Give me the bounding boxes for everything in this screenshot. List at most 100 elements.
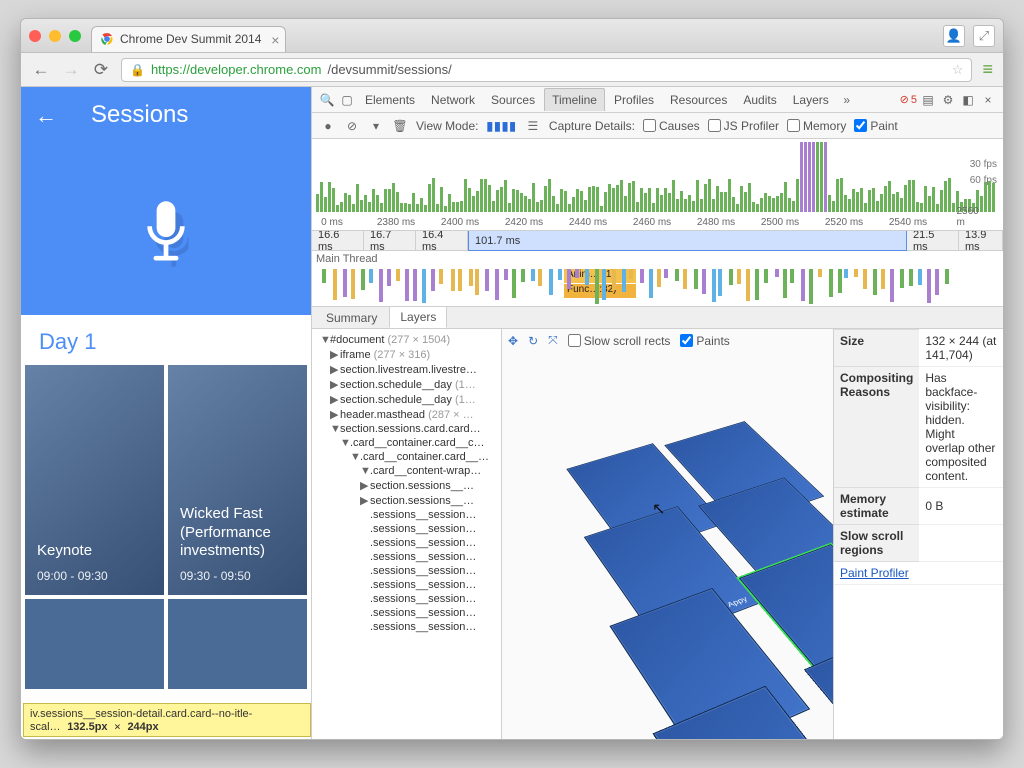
profile-button-icon[interactable]: 👤 [943,25,965,47]
layer-tree-row[interactable]: ▼#document (277 × 1504) [312,333,501,347]
session-title: Wicked Fast (Performance investments) [180,505,295,561]
panel-tab-layers[interactable]: Layers [786,89,836,111]
layer-tree-row[interactable]: ▼.card__container.card__c… [312,436,501,450]
detail-slow-label: Slow scroll regions [834,524,919,561]
layer-tree-row[interactable]: .sessions__session… [312,564,501,578]
frame-segment: 13.9 ms [959,231,1003,250]
subtab-summary[interactable]: Summary [316,308,387,328]
overview-tick: 2420 ms [505,217,543,228]
minimize-window-icon[interactable] [49,30,61,42]
rotate-icon[interactable]: ↻ [528,334,538,348]
inspect-icon[interactable]: 🔍 [318,93,336,107]
layer-3d-view[interactable]: ✥ ↻ ⤧ Slow scroll rects Paints KeynoteWi… [502,329,833,739]
overview-bars: 0 ms2380 ms2400 ms2420 ms2440 ms2460 ms2… [312,139,1003,230]
page-back-icon[interactable]: ← [35,103,57,129]
layer-tree-row[interactable]: .sessions__session… [312,592,501,606]
detail-slow-value [919,524,1003,561]
layer-tree-row[interactable]: .sessions__session… [312,536,501,550]
toolbar: ← → ⟳ 🔒 https://developer.chrome.com/dev… [21,53,1003,87]
more-tabs-icon[interactable]: » [838,93,856,107]
reload-icon[interactable]: ⟳ [91,60,111,80]
frame-strip[interactable]: 16.6 ms 16.7 ms 16.4 ms 101.7 ms 21.5 ms… [312,231,1003,251]
capture-paint-checkbox[interactable]: Paint [854,119,897,133]
layer-tree-row[interactable]: .sessions__session… [312,550,501,564]
devtools-close-icon[interactable]: × [979,93,997,107]
close-window-icon[interactable] [29,30,41,42]
subtab-layers[interactable]: Layers [389,306,447,328]
session-card[interactable]: Wicked Fast (Performance investments) 09… [168,365,307,595]
layer-tree-row[interactable]: ▼.card__container.card__… [312,450,501,464]
dock-side-icon[interactable]: ◧ [959,93,977,107]
garbage-icon[interactable]: 🗑 [392,119,408,133]
drawer-toggle-icon[interactable]: ▤ [919,93,937,107]
layer-tree-row[interactable]: ▶section.sessions__… [312,478,501,493]
session-cards: Keynote 09:00 - 09:30 Wicked Fast (Perfo… [21,361,311,599]
session-card[interactable] [25,599,164,689]
panel-tab-elements[interactable]: Elements [358,89,422,111]
layer-tree[interactable]: ▼#document (277 × 1504)▶iframe (277 × 31… [312,329,502,739]
detail-reasons-label: Compositing Reasons [834,366,919,487]
overview-tick: 2520 ms [825,217,863,228]
layer-tree-row[interactable]: .sessions__session… [312,578,501,592]
panel-tab-timeline[interactable]: Timeline [544,88,605,111]
detail-memory-label: Memory estimate [834,487,919,524]
layer-tree-row[interactable]: .sessions__session… [312,508,501,522]
device-mode-icon[interactable]: ▢ [338,93,356,107]
capture-label: Capture Details: [549,119,635,133]
timeline-overview[interactable]: 30 fps 60 fps 0 ms2380 ms2400 ms2420 ms2… [312,139,1003,231]
layer-tree-row[interactable]: ▶section.schedule__day (1… [312,377,501,392]
clear-icon[interactable]: ⊘ [344,119,360,133]
zoom-window-icon[interactable] [69,30,81,42]
layer-tree-row[interactable]: ▶iframe (277 × 316) [312,347,501,362]
detail-size-value: 132 × 244 (at 141,704) [919,330,1003,367]
menu-icon[interactable]: ≡ [982,59,993,80]
layer-tree-row[interactable]: ▼section.sessions.card.card… [312,422,501,436]
layer-tree-row[interactable]: .sessions__session… [312,522,501,536]
fullscreen-button-icon[interactable]: ⤢ [973,25,995,47]
layer-tree-row[interactable]: ▶section.livestream.livestre… [312,362,501,377]
bookmark-star-icon[interactable]: ☆ [952,62,964,78]
layer-tree-row[interactable]: ▼.card__content-wrap… [312,464,501,478]
overview-tick: 2480 ms [697,217,735,228]
layer-tree-row[interactable]: ▶section.sessions__… [312,493,501,508]
filter-icon[interactable]: ▾ [368,119,384,133]
lock-icon: 🔒 [130,63,145,77]
rendered-page: ← Sessions Day 1 Keynote 09:0 [21,87,311,739]
tab-strip: Chrome Dev Summit 2014 × 👤 ⤢ [21,19,1003,53]
overview-tick: 0 ms [321,217,343,228]
timeline-subtabs: Summary Layers [312,307,1003,329]
capture-jsprofiler-checkbox[interactable]: JS Profiler [708,119,779,133]
address-bar[interactable]: 🔒 https://developer.chrome.com/devsummit… [121,58,972,82]
session-time: 09:30 - 09:50 [180,569,295,583]
session-card[interactable]: Keynote 09:00 - 09:30 [25,365,164,595]
panel-tab-profiles[interactable]: Profiles [607,89,661,111]
reset-icon[interactable]: ⤧ [548,333,558,348]
error-count[interactable]: ⊘ 5 [900,93,917,106]
browser-tab[interactable]: Chrome Dev Summit 2014 × [91,26,286,52]
panel-tab-audits[interactable]: Audits [736,89,783,111]
waterfall-view-icon[interactable]: ☰ [525,119,541,133]
section-heading: Day 1 [21,315,311,361]
paint-profiler-link[interactable]: Paint Profiler [840,566,909,580]
layer-tree-row[interactable]: ▶section.schedule__day (1… [312,392,501,407]
tab-close-icon[interactable]: × [271,32,279,48]
panel-tab-sources[interactable]: Sources [484,89,542,111]
capture-causes-checkbox[interactable]: Causes [643,119,700,133]
settings-gear-icon[interactable]: ⚙ [939,93,957,107]
flame-view-icon[interactable]: ▮▮▮▮ [486,119,516,133]
panel-tab-network[interactable]: Network [424,89,482,111]
back-icon[interactable]: ← [31,60,51,80]
slow-scroll-checkbox[interactable]: Slow scroll rects [568,334,671,348]
detail-size-label: Size [834,330,919,367]
session-card[interactable] [168,599,307,689]
capture-memory-checkbox[interactable]: Memory [787,119,846,133]
panel-tab-resources[interactable]: Resources [663,89,734,111]
overview-tick: 2400 ms [441,217,479,228]
pan-icon[interactable]: ✥ [508,334,518,348]
record-icon[interactable]: ● [320,119,336,133]
layer-tree-row[interactable]: ▶header.masthead (287 × … [312,407,501,422]
layer-tree-row[interactable]: .sessions__session… [312,620,501,634]
paints-checkbox[interactable]: Paints [680,334,729,348]
layer-tree-row[interactable]: .sessions__session… [312,606,501,620]
flame-tracks[interactable]: Main Thread Anim… (1) Func…:32) [312,251,1003,307]
